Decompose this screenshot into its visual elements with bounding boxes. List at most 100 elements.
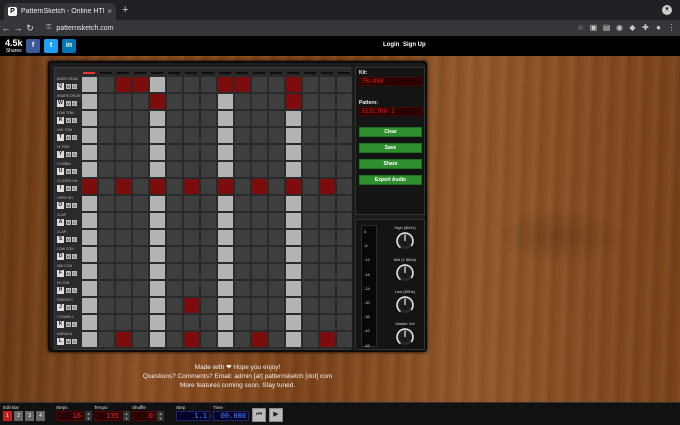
step-pad[interactable]: [337, 298, 352, 313]
track-key-button[interactable]: Y: [57, 151, 64, 158]
step-pad[interactable]: [252, 264, 267, 279]
step-pad[interactable]: [82, 264, 97, 279]
track-key-button[interactable]: A: [57, 219, 64, 226]
step-pad[interactable]: [150, 128, 165, 143]
track-key-button[interactable]: Q: [57, 83, 64, 90]
step-pad[interactable]: [184, 77, 199, 92]
step-pad[interactable]: [150, 77, 165, 92]
step-pad[interactable]: [133, 111, 148, 126]
step-pad[interactable]: [235, 179, 250, 194]
step-pad[interactable]: [201, 162, 216, 177]
step-pad[interactable]: [82, 94, 97, 109]
step-pad[interactable]: [99, 247, 114, 262]
solo-button[interactable]: S: [72, 118, 77, 123]
step-pad[interactable]: [269, 145, 284, 160]
solo-button[interactable]: S: [72, 288, 77, 293]
step-pad[interactable]: [133, 315, 148, 330]
step-pad[interactable]: [286, 162, 301, 177]
step-pad[interactable]: [303, 213, 318, 228]
step-pad[interactable]: [150, 111, 165, 126]
window-menu-icon[interactable]: ▾: [662, 5, 672, 15]
step-pad[interactable]: [201, 111, 216, 126]
step-pad[interactable]: [133, 230, 148, 245]
step-pad[interactable]: [337, 213, 352, 228]
step-pad[interactable]: [167, 298, 182, 313]
step-pad[interactable]: [99, 230, 114, 245]
step-pad[interactable]: [133, 162, 148, 177]
step-pad[interactable]: [252, 298, 267, 313]
step-pad[interactable]: [184, 145, 199, 160]
solo-button[interactable]: S: [72, 101, 77, 106]
step-pad[interactable]: [201, 145, 216, 160]
step-pad[interactable]: [201, 128, 216, 143]
mute-button[interactable]: M: [66, 305, 71, 310]
step-pad[interactable]: [150, 281, 165, 296]
bar-2-button[interactable]: 2: [14, 411, 23, 421]
step-pad[interactable]: [252, 179, 267, 194]
step-pad[interactable]: [150, 230, 165, 245]
step-pad[interactable]: [150, 298, 165, 313]
step-pad[interactable]: [252, 315, 267, 330]
extension-icon[interactable]: ▤: [602, 23, 611, 32]
step-pad[interactable]: [218, 213, 233, 228]
step-pad[interactable]: [235, 230, 250, 245]
step-pad[interactable]: [286, 77, 301, 92]
step-pad[interactable]: [320, 298, 335, 313]
step-pad[interactable]: [320, 247, 335, 262]
solo-button[interactable]: S: [72, 322, 77, 327]
step-pad[interactable]: [252, 77, 267, 92]
step-pad[interactable]: [99, 179, 114, 194]
mute-button[interactable]: M: [66, 237, 71, 242]
step-pad[interactable]: [82, 179, 97, 194]
track-key-button[interactable]: F: [57, 270, 64, 277]
step-pad[interactable]: [201, 179, 216, 194]
step-pad[interactable]: [133, 179, 148, 194]
solo-button[interactable]: S: [72, 220, 77, 225]
step-pad[interactable]: [252, 145, 267, 160]
step-pad[interactable]: [235, 162, 250, 177]
step-pad[interactable]: [167, 264, 182, 279]
step-pad[interactable]: [99, 196, 114, 211]
step-pad[interactable]: [201, 315, 216, 330]
track-key-button[interactable]: R: [57, 117, 64, 124]
step-pad[interactable]: [184, 179, 199, 194]
solo-button[interactable]: S: [72, 203, 77, 208]
bar-4-button[interactable]: 4: [36, 411, 45, 421]
step-pad[interactable]: [99, 145, 114, 160]
step-pad[interactable]: [303, 247, 318, 262]
step-pad[interactable]: [150, 264, 165, 279]
step-pad[interactable]: [82, 281, 97, 296]
step-pad[interactable]: [337, 332, 352, 347]
step-pad[interactable]: [320, 230, 335, 245]
step-pad[interactable]: [184, 315, 199, 330]
step-pad[interactable]: [337, 145, 352, 160]
step-pad[interactable]: [82, 213, 97, 228]
step-pad[interactable]: [269, 179, 284, 194]
step-pad[interactable]: [116, 196, 131, 211]
mute-button[interactable]: M: [66, 101, 71, 106]
step-pad[interactable]: [82, 298, 97, 313]
step-pad[interactable]: [337, 247, 352, 262]
mute-button[interactable]: M: [66, 271, 71, 276]
step-pad[interactable]: [167, 332, 182, 347]
forward-button[interactable]: →: [12, 23, 24, 33]
step-pad[interactable]: [99, 128, 114, 143]
step-pad[interactable]: [167, 162, 182, 177]
new-tab-button[interactable]: +: [122, 4, 128, 16]
step-pad[interactable]: [201, 332, 216, 347]
track-key-button[interactable]: S: [57, 236, 64, 243]
share-button[interactable]: Share: [359, 159, 422, 169]
step-pad[interactable]: [184, 247, 199, 262]
step-pad[interactable]: [116, 332, 131, 347]
step-pad[interactable]: [201, 281, 216, 296]
step-pad[interactable]: [201, 94, 216, 109]
step-pad[interactable]: [184, 111, 199, 126]
step-pad[interactable]: [201, 196, 216, 211]
step-pad[interactable]: [252, 213, 267, 228]
step-pad[interactable]: [116, 179, 131, 194]
step-pad[interactable]: [133, 332, 148, 347]
step-pad[interactable]: [303, 162, 318, 177]
step-pad[interactable]: [235, 264, 250, 279]
mute-button[interactable]: M: [66, 220, 71, 225]
step-pad[interactable]: [269, 315, 284, 330]
